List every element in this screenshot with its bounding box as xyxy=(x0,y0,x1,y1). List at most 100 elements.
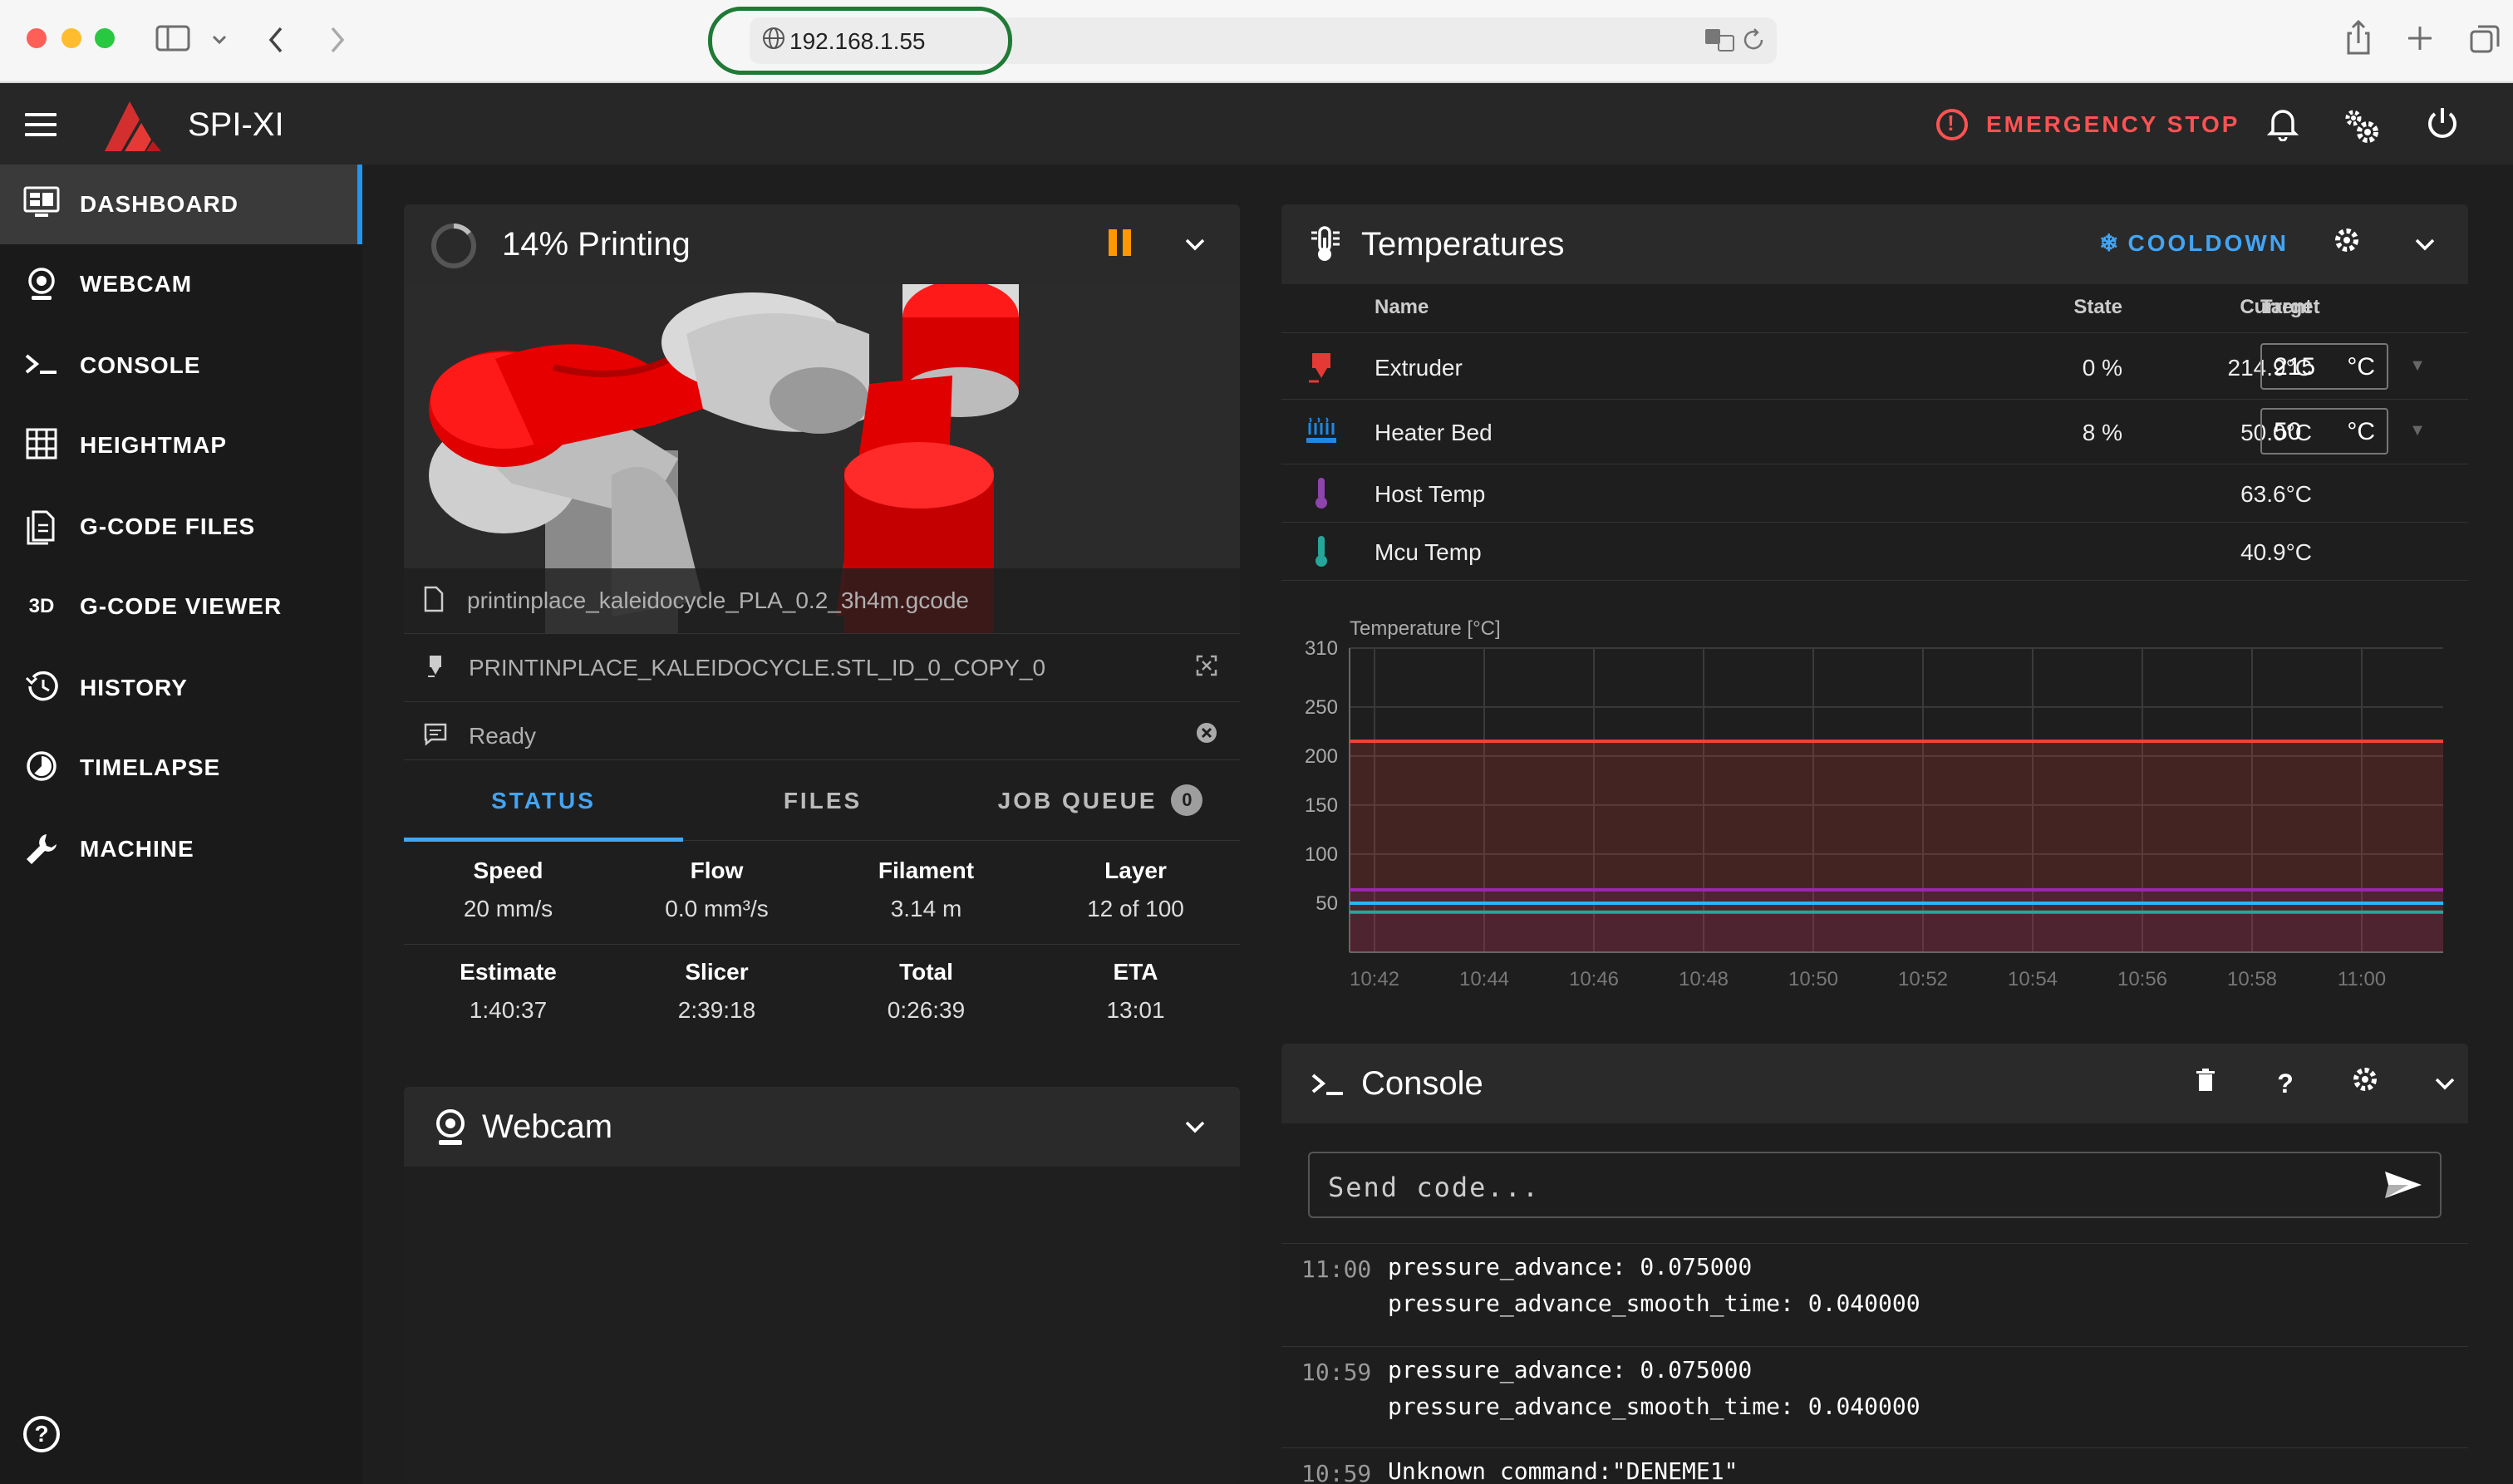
target-dropdown-icon[interactable]: ▼ xyxy=(2405,353,2430,378)
pause-button[interactable] xyxy=(1109,229,1138,259)
temp-row-extruder: Extruder 0 % 214.9°C 215 °C ▼ xyxy=(1281,332,2468,399)
console-title: Console xyxy=(1361,1065,1483,1102)
webcam-stream xyxy=(404,1167,1240,1484)
y-tick-label: 150 xyxy=(1305,794,1338,817)
cooldown-label: COOLDOWN xyxy=(2127,230,2289,256)
collapse-chevron-icon[interactable] xyxy=(2427,1065,2463,1102)
browser-toolbar: 192.168.1.55 xyxy=(0,0,2513,83)
stat-label: Speed xyxy=(473,857,543,883)
history-icon xyxy=(23,670,60,706)
brand-name: SPI-XI xyxy=(188,106,284,143)
console-input-placeholder: Send code... xyxy=(1328,1172,1541,1203)
sidebar-item-machine[interactable]: MACHINE xyxy=(0,809,362,889)
target-dropdown-icon[interactable]: ▼ xyxy=(2405,418,2430,443)
navigation-sidebar: DASHBOARD WEBCAM CONSOLE HEIGHTMAP G-COD… xyxy=(0,165,362,1484)
console-card: Console ? Send code... 11:00 pressure_ad… xyxy=(1281,1044,2468,1484)
cogs-icon[interactable] xyxy=(2340,105,2382,146)
sidebar-item-label: WEBCAM xyxy=(80,271,193,297)
translate-icon[interactable] xyxy=(1704,26,1737,60)
collapse-chevron-icon[interactable] xyxy=(1177,1108,1213,1145)
stat-slicer: Slicer 2:39:18 xyxy=(612,956,821,1027)
temp-state: 0 % xyxy=(2082,355,2122,381)
temp-name: Heater Bed xyxy=(1375,420,1493,445)
emergency-stop-button[interactable]: EMERGENCY STOP xyxy=(1936,108,2240,141)
print-progress-title: 14% Printing xyxy=(502,226,691,263)
x-tick-label: 10:48 xyxy=(1679,968,1729,990)
sidebar-item-gcode-files[interactable]: G-CODE FILES xyxy=(0,487,362,567)
stats-divider xyxy=(404,944,1240,945)
gear-icon[interactable] xyxy=(2347,1065,2383,1102)
stat-value: 0:26:39 xyxy=(887,997,966,1023)
help-icon[interactable]: ? xyxy=(2267,1065,2304,1102)
current-object-name: PRINTINPLACE_KALEIDOCYCLE.STL_ID_0_COPY_… xyxy=(469,654,1046,681)
extruder-target-input[interactable]: 215 °C xyxy=(2260,343,2388,390)
chevron-down-icon[interactable] xyxy=(209,25,229,58)
sidebar-item-timelapse[interactable]: TIMELAPSE xyxy=(0,728,362,808)
series-area xyxy=(1350,889,2443,952)
sidebar-item-webcam[interactable]: WEBCAM xyxy=(0,244,362,324)
reload-icon[interactable] xyxy=(1742,26,1767,61)
menu-icon[interactable] xyxy=(25,113,57,136)
webcam-icon xyxy=(23,266,60,302)
window-minimize-button[interactable] xyxy=(61,28,81,48)
help-icon[interactable]: ? xyxy=(23,1416,60,1452)
monitor-dashboard-icon xyxy=(23,186,60,223)
stat-value: 3.14 m xyxy=(890,896,962,921)
tab-files[interactable]: FILES xyxy=(683,760,962,842)
sidebar-item-label: TIMELAPSE xyxy=(80,754,221,780)
sidebar-item-label: DASHBOARD xyxy=(80,191,239,217)
temperatures-header: Temperatures ❄ COOLDOWN xyxy=(1281,204,2468,284)
temp-state: 8 % xyxy=(2082,420,2122,445)
x-tick-label: 10:46 xyxy=(1569,968,1619,990)
heater-bed-target-input[interactable]: 50 °C xyxy=(2260,408,2388,455)
y-tick-label: 100 xyxy=(1305,843,1338,866)
console-entry: 10:59 Unknown command:"DENEME1" xyxy=(1281,1447,2468,1484)
job-queue-count-badge: 0 xyxy=(1171,784,1203,816)
sidebar-toggle-icon[interactable] xyxy=(155,22,191,61)
close-circle-icon[interactable] xyxy=(1192,721,1222,751)
console-header: Console ? xyxy=(1281,1044,2468,1123)
window-maximize-button[interactable] xyxy=(95,28,115,48)
temp-row-host: Host Temp 63.6°C xyxy=(1281,464,2468,522)
sidebar-item-history[interactable]: HISTORY xyxy=(0,648,362,728)
share-icon[interactable] xyxy=(2343,18,2373,62)
collapse-chevron-icon[interactable] xyxy=(2407,226,2443,263)
column-header-state: State xyxy=(2073,296,2122,318)
stat-speed: Speed 20 mm/s xyxy=(404,854,612,926)
back-icon[interactable] xyxy=(264,23,289,62)
window-close-button[interactable] xyxy=(27,28,47,48)
cooldown-button[interactable]: ❄ COOLDOWN xyxy=(2099,229,2289,257)
file-document-icon xyxy=(23,509,60,545)
sidebar-item-label: G-CODE VIEWER xyxy=(80,593,283,619)
x-tick-label: 10:42 xyxy=(1350,968,1399,990)
file-icon xyxy=(419,586,449,616)
console-input[interactable]: Send code... xyxy=(1308,1152,2442,1218)
sidebar-item-gcode-viewer[interactable]: 3D G-CODE VIEWER xyxy=(0,567,362,646)
y-tick-label: 250 xyxy=(1305,696,1338,719)
new-tab-icon[interactable] xyxy=(2405,23,2435,59)
sidebar-item-console[interactable]: CONSOLE xyxy=(0,326,362,405)
exclude-object-icon[interactable] xyxy=(1192,653,1222,683)
timelapse-icon xyxy=(23,749,60,786)
tab-job-queue[interactable]: JOB QUEUE 0 xyxy=(961,760,1240,842)
print-status-card: 14% Printing printinplace_kaleidocycle_P… xyxy=(404,204,1240,1045)
forward-icon[interactable] xyxy=(324,23,349,62)
temp-row-heater-bed: Heater Bed 8 % 50.0°C 50 °C ▼ xyxy=(1281,399,2468,464)
current-object-row: PRINTINPLACE_KALEIDOCYCLE.STL_ID_0_COPY_… xyxy=(404,633,1240,701)
stat-layer: Layer 12 of 100 xyxy=(1031,854,1240,926)
tab-status[interactable]: STATUS xyxy=(404,760,683,842)
tab-overview-icon[interactable] xyxy=(2468,23,2501,62)
stat-label: Filament xyxy=(878,857,975,883)
webcam-card: Webcam xyxy=(404,1087,1240,1484)
x-tick-label: 10:54 xyxy=(2008,968,2058,990)
sidebar-item-heightmap[interactable]: HEIGHTMAP xyxy=(0,405,362,485)
sidebar-item-dashboard[interactable]: DASHBOARD xyxy=(0,165,362,244)
column-header-target: Target xyxy=(2260,296,2320,318)
collapse-chevron-icon[interactable] xyxy=(1177,226,1213,263)
send-icon[interactable] xyxy=(2383,1168,2423,1205)
trash-icon[interactable] xyxy=(2187,1065,2224,1102)
power-icon[interactable] xyxy=(2422,105,2463,146)
stat-label: Layer xyxy=(1104,857,1167,883)
bell-icon[interactable] xyxy=(2262,105,2304,146)
gear-icon[interactable] xyxy=(2329,226,2365,263)
